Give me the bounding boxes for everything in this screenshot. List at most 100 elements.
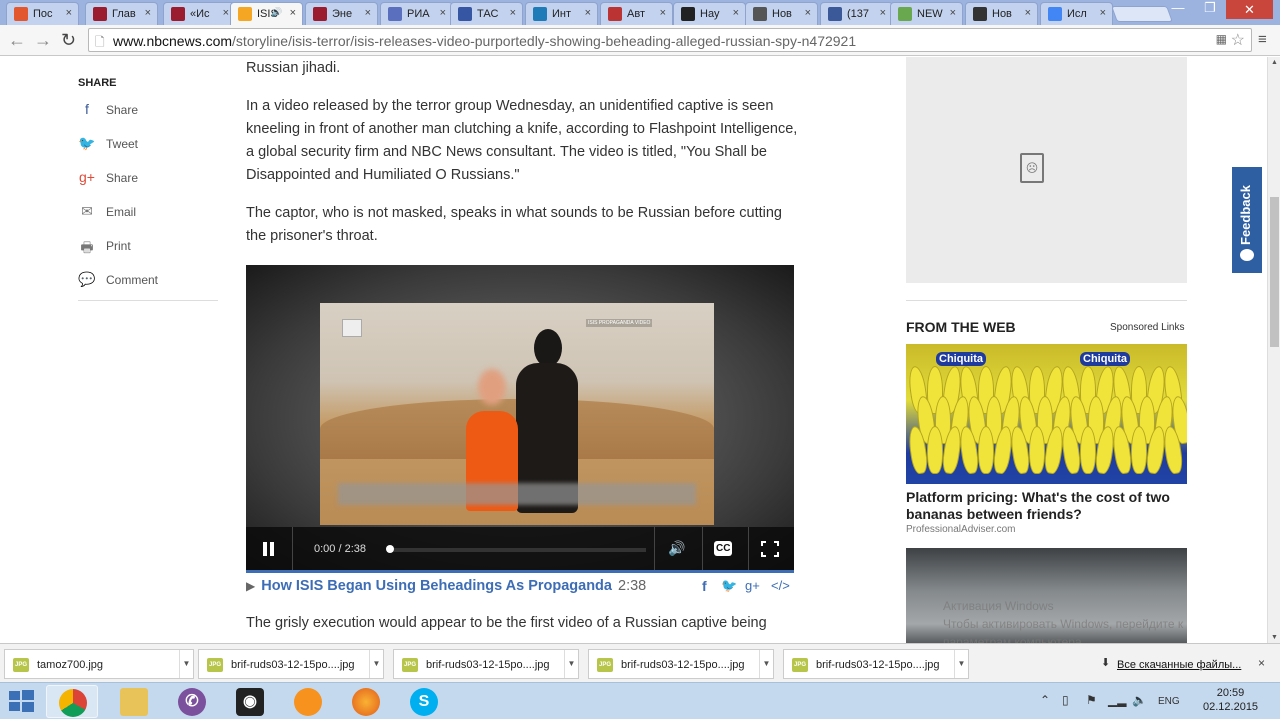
browser-tab[interactable]: ISIS 🔊 × [230,2,303,26]
tab-close-icon[interactable]: × [223,7,229,19]
download-item[interactable]: JPG tamoz700.jpg ▼ [4,649,194,679]
close-window-button[interactable]: ✕ [1226,0,1273,19]
twitter-share-icon[interactable]: 🐦 [721,578,737,594]
download-menu-icon[interactable]: ▼ [369,650,383,678]
all-downloads-link[interactable]: Все скачанные файлы... [1117,659,1241,671]
forward-button[interactable]: → [34,30,52,51]
taskbar-skype[interactable]: S [398,685,450,718]
ad-placeholder[interactable]: ☹ [906,57,1187,283]
circle-favicon-icon [681,7,695,21]
tab-close-icon[interactable]: × [1025,7,1031,19]
firefox-favicon-icon [14,7,28,21]
download-menu-icon[interactable]: ▼ [564,650,578,678]
download-menu-icon[interactable]: ▼ [179,650,193,678]
close-downloads-button[interactable]: × [1258,656,1265,670]
closed-captions-button[interactable]: CC [714,541,733,556]
browser-tab[interactable]: (137 × [820,2,893,25]
feedback-tab[interactable]: Feedback [1232,167,1262,273]
facebook-share-icon[interactable]: f [702,578,707,594]
tab-close-icon[interactable]: × [365,7,371,19]
sponsored-title[interactable]: Platform pricing: What's the cost of two… [906,489,1187,523]
tab-title: Пос [33,8,53,20]
tab-close-icon[interactable]: × [805,7,811,19]
menu-button[interactable]: ≡ [1258,31,1267,48]
tab-close-icon[interactable]: × [1100,7,1106,19]
reload-icon: ↻ [61,30,77,50]
minimize-button[interactable]: — [1163,0,1193,15]
start-button[interactable] [6,687,40,717]
browser-tab[interactable]: ТАС × [450,2,523,25]
address-bar[interactable]: 🗋 www.nbcnews.com/storyline/isis-terror/… [88,28,1252,52]
tray-volume-icon[interactable]: 🔈 [1132,693,1147,707]
browser-tab[interactable]: Нау × [673,2,746,25]
tab-close-icon[interactable]: × [145,7,151,19]
tray-flag-icon[interactable]: ⚑ [1086,693,1097,707]
back-button[interactable]: ← [8,30,26,51]
taskbar-app-orange[interactable] [282,685,334,718]
browser-tab[interactable]: Глав × [85,2,158,25]
jpg-file-icon: JPG [402,658,418,672]
browser-tab[interactable]: Инт × [525,2,598,25]
download-item[interactable]: JPG brif-ruds03-12-15po....jpg ▼ [393,649,579,679]
seek-bar[interactable] [390,548,646,552]
system-clock[interactable]: 20:59 02.12.2015 [1203,686,1258,714]
browser-tab[interactable]: Пос × [6,2,79,25]
tray-network-icon[interactable]: ▁▂ [1108,693,1126,707]
sponsored-links-label[interactable]: Sponsored Links [1110,322,1185,333]
tray-arrow-icon[interactable]: ⌃ [1040,693,1050,707]
taskbar-firefox[interactable] [340,685,392,718]
tray-battery-icon[interactable]: ▯ [1062,693,1069,707]
related-video-link[interactable]: How ISIS Began Using Beheadings As Propa… [261,578,612,594]
video-player[interactable]: ISIS PROPAGANDA VIDEO 0:00 / 2:38 🔊 CC [246,265,794,573]
scroll-down-icon[interactable]: ▼ [1271,634,1278,641]
tab-close-icon[interactable]: × [290,7,296,19]
browser-tab[interactable]: Исл × [1040,2,1113,25]
taskbar-viber[interactable]: ✆ [166,685,218,718]
browser-tab[interactable]: Нов × [745,2,818,25]
download-menu-icon[interactable]: ▼ [759,650,773,678]
tab-close-icon[interactable]: × [585,7,591,19]
scroll-up-icon[interactable]: ▲ [1271,59,1278,66]
related-video-duration: 2:38 [618,578,647,594]
tab-close-icon[interactable]: × [950,7,956,19]
page-scrollbar[interactable]: ▲ ▼ [1267,57,1280,643]
embed-code-icon[interactable]: </> [771,578,790,593]
scrollbar-thumb[interactable] [1270,197,1279,347]
tab-close-icon[interactable]: × [660,7,666,19]
bookmark-star-icon[interactable]: ☆ [1231,30,1245,50]
taskbar-explorer[interactable] [108,685,160,718]
audio-playing-icon[interactable]: 🔊 [271,7,282,18]
browser-tab[interactable]: NEW × [890,2,963,25]
tab-title: Инт [552,8,572,20]
googleplus-share-icon[interactable]: g+ [745,578,760,593]
share-title: SHARE [78,77,117,89]
browser-tab[interactable]: «Ис × [163,2,236,25]
browser-tab[interactable]: Нов × [965,2,1038,25]
comment-icon: 💬 [78,271,96,287]
fullscreen-button[interactable] [761,541,779,562]
browser-tab[interactable]: Эне × [305,2,378,25]
tab-close-icon[interactable]: × [733,7,739,19]
pause-button[interactable] [262,541,276,562]
language-indicator[interactable]: ENG [1158,696,1180,707]
translate-icon[interactable]: ▦ [1216,32,1227,46]
seek-handle[interactable] [386,545,394,553]
maximize-button[interactable]: ❐ [1195,0,1225,16]
taskbar-chrome[interactable] [46,685,98,718]
download-menu-icon[interactable]: ▼ [954,650,968,678]
sponsored-image[interactable]: Chiquita Chiquita [906,344,1187,484]
download-item[interactable]: JPG brif-ruds03-12-15po....jpg ▼ [588,649,774,679]
browser-tab[interactable]: РИА × [380,2,453,25]
tab-close-icon[interactable]: × [880,7,886,19]
tab-title: «Ис [190,8,210,20]
browser-tab[interactable]: Авт × [600,2,673,25]
download-item[interactable]: JPG brif-ruds03-12-15po....jpg ▼ [783,649,969,679]
related-video[interactable]: ▶ How ISIS Began Using Beheadings As Prop… [246,578,646,594]
reload-button[interactable]: ↻ [61,30,76,51]
tab-close-icon[interactable]: × [66,7,72,19]
taskbar-camera[interactable]: ◉ [224,685,276,718]
volume-button[interactable]: 🔊 [668,540,685,557]
tab-close-icon[interactable]: × [440,7,446,19]
tab-close-icon[interactable]: × [510,7,516,19]
download-item[interactable]: JPG brif-ruds03-12-15po....jpg ▼ [198,649,384,679]
